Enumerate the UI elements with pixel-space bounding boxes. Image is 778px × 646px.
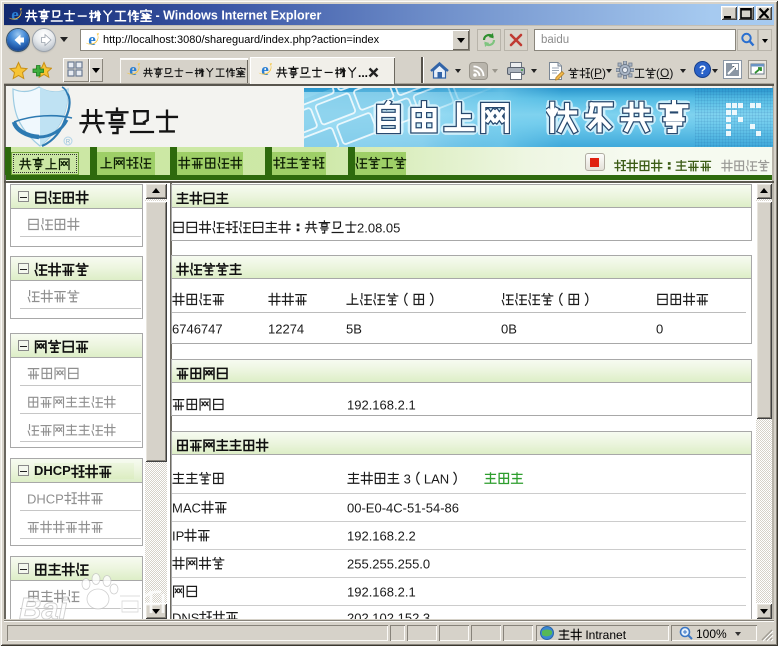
svg-text:R: R xyxy=(66,140,71,146)
svg-text:e: e xyxy=(261,62,269,78)
svg-text:e: e xyxy=(88,32,96,48)
svg-text:Bai: Bai xyxy=(19,591,69,622)
svg-text:e: e xyxy=(11,7,19,23)
svg-text:?: ? xyxy=(699,63,706,77)
svg-text:e: e xyxy=(129,62,137,78)
